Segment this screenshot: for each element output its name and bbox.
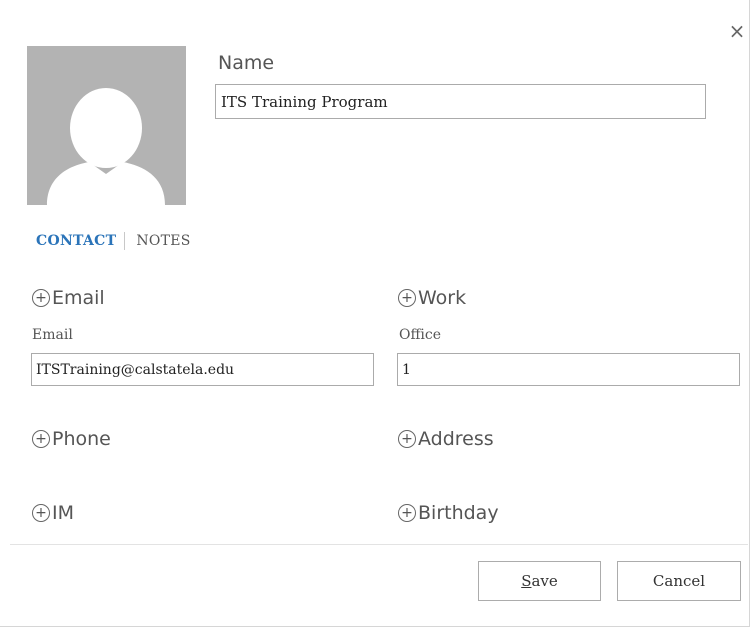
tab-contact[interactable]: CONTACT [36,233,116,249]
add-circle-icon: + [398,289,416,307]
add-im-button[interactable]: + IM [32,502,74,524]
office-field[interactable] [397,353,740,386]
add-address-button[interactable]: + Address [398,428,494,450]
add-circle-icon: + [32,289,50,307]
save-mnemonic: S [521,572,532,590]
tab-bar: CONTACT NOTES [36,232,191,250]
name-input[interactable] [215,84,706,119]
birthday-section-label: Birthday [418,502,499,524]
contact-dialog: × Name CONTACT NOTES + Email Email + Wor… [0,0,750,627]
add-circle-icon: + [398,504,416,522]
address-section-label: Address [418,428,494,450]
add-phone-button[interactable]: + Phone [32,428,111,450]
avatar[interactable] [27,46,186,205]
email-field-label: Email [32,327,73,343]
person-placeholder-icon [27,46,186,205]
add-work-button[interactable]: + Work [398,287,466,309]
email-field[interactable] [31,353,374,386]
save-label-rest: ave [531,572,558,590]
phone-section-label: Phone [52,428,111,450]
im-section-label: IM [52,502,74,524]
email-section-label: Email [52,287,105,309]
tab-divider [124,232,126,250]
add-circle-icon: + [32,504,50,522]
work-section-label: Work [418,287,467,309]
add-birthday-button[interactable]: + Birthday [398,502,499,524]
footer-divider [10,544,748,545]
name-label: Name [218,52,275,74]
save-button[interactable]: Save [478,561,601,601]
add-circle-icon: + [32,430,50,448]
add-email-button[interactable]: + Email [32,287,105,309]
office-field-label: Office [399,327,442,343]
add-circle-icon: + [398,430,416,448]
cancel-button[interactable]: Cancel [617,561,741,601]
tab-notes[interactable]: NOTES [136,233,190,249]
close-icon[interactable]: × [726,20,748,42]
